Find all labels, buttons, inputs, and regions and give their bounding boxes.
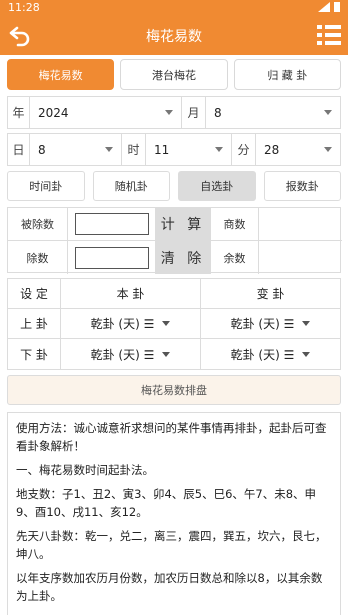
year-select[interactable]: 2024 xyxy=(30,97,182,128)
remainder-label: 余数 xyxy=(211,241,259,274)
dividend-label: 被除数 xyxy=(8,208,68,240)
quotient-label: 商数 xyxy=(211,208,259,240)
day-label: 日 xyxy=(8,134,30,165)
month-value: 8 xyxy=(214,105,222,120)
divisor-input[interactable] xyxy=(74,246,149,269)
battery-icon xyxy=(334,2,340,12)
calc-row-dividend: 被除数 计 算 商数 xyxy=(8,208,342,241)
app-bar: 梅花易数 xyxy=(0,15,348,55)
time-gua-button[interactable]: 时间卦 xyxy=(7,171,85,201)
upper-ben-value: 乾卦 (天) ☰ xyxy=(90,317,155,331)
chevron-down-icon xyxy=(162,351,171,357)
hour-select[interactable]: 11 xyxy=(146,134,232,165)
chevron-down-icon xyxy=(302,321,311,326)
month-select[interactable]: 8 xyxy=(206,97,340,128)
lower-bian-value: 乾卦 (天) ☰ xyxy=(230,347,295,362)
instructions-usage: 使用方法：诚心诚意祈求想问的某件事情再排卦，起卦后可查看卦象解析！ xyxy=(16,421,327,453)
day-select[interactable]: 8 xyxy=(30,134,122,165)
compute-button[interactable]: 计 算 xyxy=(156,208,211,240)
signal-icon xyxy=(318,2,330,12)
lower-gua-row: 下 卦 乾卦 (天) ☰ 乾卦 (天) ☰ xyxy=(8,339,340,369)
chevron-down-icon xyxy=(162,321,171,326)
bian-gua-header: 变 卦 xyxy=(256,287,285,301)
gua-header-row: 设 定 本 卦 变 卦 xyxy=(8,279,340,309)
plot-chart-button[interactable]: 梅花易数排盘 xyxy=(7,375,341,405)
lower-gua-label: 下 卦 xyxy=(8,339,61,369)
upper-bian-value: 乾卦 (天) ☰ xyxy=(230,317,295,331)
setting-header: 设 定 xyxy=(8,279,61,308)
year-month-row: 年 2024 月 8 xyxy=(7,96,341,129)
random-gua-button[interactable]: 随机卦 xyxy=(92,171,170,201)
chevron-down-icon xyxy=(302,351,311,357)
tab-gangtai[interactable]: 港台梅花 xyxy=(120,59,228,90)
chevron-down-icon xyxy=(165,110,173,115)
divisor-cell xyxy=(68,241,156,274)
instructions-panel: 使用方法：诚心诚意祈求想问的某件事情再排卦，起卦后可查看卦象解析！ 一、梅花易数… xyxy=(7,412,341,615)
instructions-dizhi: 地支数：子1、丑2、寅3、卯4、辰5、巳6、午7、未8、申9、酉10、戌11、亥… xyxy=(16,487,317,519)
status-bar: 11:28 xyxy=(0,0,348,15)
gua-table: 设 定 本 卦 变 卦 上 卦 乾卦 (天) ☰ 乾卦 (天) ☰ 下 卦 乾卦… xyxy=(7,278,341,370)
menu-list-icon[interactable] xyxy=(316,23,342,47)
instructions-heading: 一、梅花易数时间起卦法。 xyxy=(16,463,154,477)
system-icons xyxy=(318,2,340,12)
dividend-input[interactable] xyxy=(74,213,149,235)
lower-bian-select[interactable]: 乾卦 (天) ☰ xyxy=(201,339,340,369)
ben-gua-header: 本 卦 xyxy=(61,279,201,308)
upper-gua-row: 上 卦 乾卦 (天) ☰ 乾卦 (天) ☰ xyxy=(8,309,340,339)
instructions-method: 以年支序数加农历月份数，加农历日数总和除以8，以其余数为上卦。 xyxy=(16,571,323,603)
upper-ben-select[interactable]: 乾卦 (天) ☰ xyxy=(61,309,201,338)
chevron-down-icon xyxy=(324,147,332,152)
tab-guicang[interactable]: 归 藏 卦 xyxy=(233,59,341,90)
lower-ben-value: 乾卦 (天) ☰ xyxy=(90,347,155,362)
chevron-down-icon xyxy=(105,147,113,152)
custom-gua-button[interactable]: 自选卦 xyxy=(178,171,256,201)
hour-label: 时 xyxy=(122,134,146,165)
number-gua-button[interactable]: 报数卦 xyxy=(263,171,341,201)
calc-row-divisor: 除数 清 除 余数 xyxy=(8,241,342,274)
remainder-value xyxy=(259,241,342,274)
day-value: 8 xyxy=(38,142,46,157)
division-calculator: 被除数 计 算 商数 除数 清 除 余数 xyxy=(7,207,342,274)
minute-select[interactable]: 28 xyxy=(256,134,340,165)
upper-gua-label: 上 卦 xyxy=(8,309,61,338)
upper-bian-select[interactable]: 乾卦 (天) ☰ xyxy=(201,309,340,338)
chevron-down-icon xyxy=(324,110,332,115)
status-time: 11:28 xyxy=(8,1,40,14)
page-title: 梅花易数 xyxy=(146,29,202,45)
instructions-bagua: 先天八卦数：乾一，兑二，离三，震四，巽五，坎六，艮七，坤八。 xyxy=(16,529,327,561)
hour-value: 11 xyxy=(154,142,170,157)
chevron-down-icon xyxy=(215,147,223,152)
year-label: 年 xyxy=(8,97,30,128)
divination-mode-buttons: 时间卦 随机卦 自选卦 报数卦 xyxy=(7,171,341,201)
lower-ben-select[interactable]: 乾卦 (天) ☰ xyxy=(61,339,201,369)
quotient-value xyxy=(259,208,342,240)
minute-label: 分 xyxy=(232,134,256,165)
dividend-cell xyxy=(68,208,156,240)
mode-tabs: 梅花易数 港台梅花 归 藏 卦 xyxy=(7,59,341,90)
year-value: 2024 xyxy=(38,105,69,120)
tab-meihua[interactable]: 梅花易数 xyxy=(7,59,115,90)
day-hour-minute-row: 日 8 时 11 分 28 xyxy=(7,133,341,166)
month-label: 月 xyxy=(182,97,206,128)
minute-value: 28 xyxy=(264,142,280,157)
clear-button[interactable]: 清 除 xyxy=(156,241,211,274)
divisor-label: 除数 xyxy=(8,241,68,274)
